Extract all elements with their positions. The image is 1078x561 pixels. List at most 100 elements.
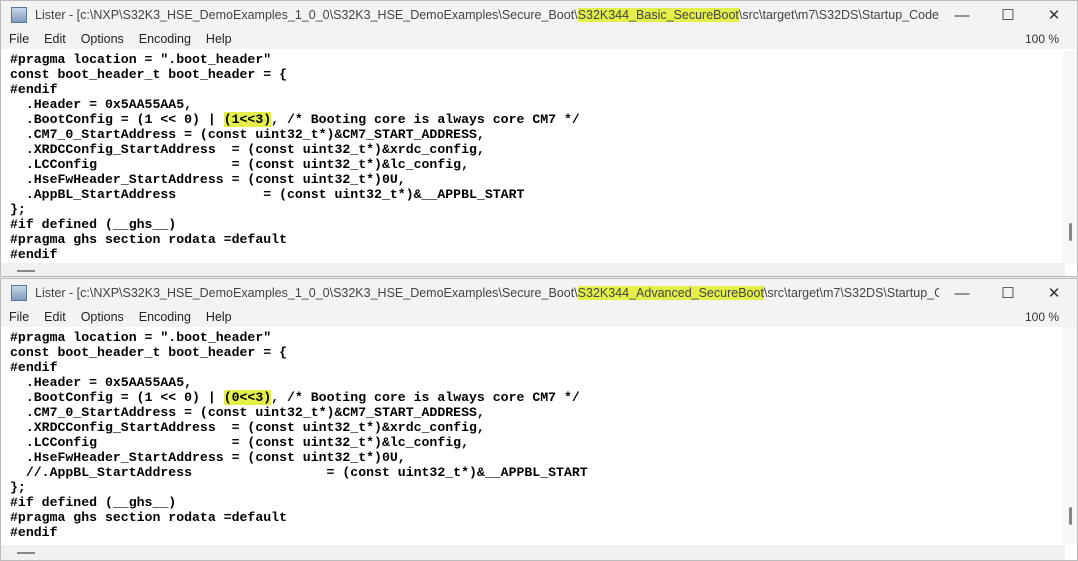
title-highlight: S32K344_Basic_SecureBoot [577, 8, 739, 22]
zoom-level: 100 % [1024, 310, 1059, 324]
code-text: .BootConfig = (1 << 0) | [10, 390, 224, 405]
menu-encoding[interactable]: Encoding [131, 32, 198, 46]
highlighted-code: (1<<3) [223, 112, 272, 127]
menu-bar: File Edit Options Encoding Help 100 % [1, 307, 1077, 327]
code-line: .CM7_0_StartAddress = (const uint32_t*)&… [10, 405, 1077, 420]
code-line: .BootConfig = (1 << 0) | (1<<3), /* Boot… [10, 112, 1077, 127]
window-title: Lister - [c:\NXP\S32K3_HSE_DemoExamples_… [35, 286, 939, 300]
minimize-icon: — [954, 284, 970, 302]
scroll-thumb[interactable] [1069, 507, 1072, 525]
title-bar[interactable]: Lister - [c:\NXP\S32K3_HSE_DemoExamples_… [1, 279, 1077, 307]
code-text: #pragma ghs section rodata =default [10, 510, 287, 525]
close-button[interactable]: ✕ [1031, 1, 1077, 29]
maximize-button[interactable]: ☐ [985, 1, 1031, 29]
lister-window-advanced: Lister - [c:\NXP\S32K3_HSE_DemoExamples_… [0, 278, 1078, 561]
hscroll-thumb[interactable] [17, 552, 35, 554]
code-line: .HseFwHeader_StartAddress = (const uint3… [10, 450, 1077, 465]
code-text: #if defined (__ghs__) [10, 495, 177, 510]
code-line: const boot_header_t boot_header = { [10, 67, 1077, 82]
code-text: #endif [10, 360, 58, 375]
menu-edit[interactable]: Edit [36, 32, 73, 46]
code-line: #pragma location = ".boot_header" [10, 330, 1077, 345]
minimize-icon: — [954, 6, 970, 24]
code-text: #endif [10, 82, 58, 97]
vertical-scrollbar[interactable] [1063, 327, 1077, 545]
code-text: const boot_header_t boot_header = { [10, 67, 287, 82]
code-text: #endif [10, 525, 58, 540]
vertical-scrollbar[interactable] [1063, 51, 1077, 263]
horizontal-scrollbar[interactable] [1, 545, 1065, 560]
code-view[interactable]: #pragma location = ".boot_header" const b… [1, 327, 1077, 545]
code-text: #pragma location = ".boot_header" [10, 330, 272, 345]
code-text: .LCConfig = (const uint32_t*)&lc_config, [10, 435, 469, 450]
code-line: const boot_header_t boot_header = { [10, 345, 1077, 360]
code-text: #if defined (__ghs__) [10, 217, 177, 232]
code-text: .Header = 0x5AA55AA5, [10, 375, 193, 390]
code-line: #endif [10, 525, 1077, 540]
code-line: .CM7_0_StartAddress = (const uint32_t*)&… [10, 127, 1077, 142]
code-line: #pragma ghs section rodata =default [10, 510, 1077, 525]
code-text: #pragma location = ".boot_header" [10, 52, 272, 67]
code-text: .HseFwHeader_StartAddress = (const uint3… [10, 450, 406, 465]
menu-file[interactable]: File [1, 32, 36, 46]
code-text: .LCConfig = (const uint32_t*)&lc_config, [10, 157, 469, 172]
menu-options[interactable]: Options [73, 310, 131, 324]
code-text: .Header = 0x5AA55AA5, [10, 97, 193, 112]
horizontal-scrollbar[interactable] [1, 263, 1065, 276]
title-highlight: S32K344_Advanced_SecureBoot [577, 286, 764, 300]
code-text: .BootConfig = (1 << 0) | [10, 112, 224, 127]
code-text: .AppBL_StartAddress = (const uint32_t*)&… [10, 187, 525, 202]
title-bar[interactable]: Lister - [c:\NXP\S32K3_HSE_DemoExamples_… [1, 1, 1077, 29]
title-path-prefix: Lister - [c:\NXP\S32K3_HSE_DemoExamples_… [35, 286, 578, 300]
maximize-icon: ☐ [1001, 7, 1015, 24]
code-line: #if defined (__ghs__) [10, 495, 1077, 510]
code-line: .XRDCConfig_StartAddress = (const uint32… [10, 142, 1077, 157]
code-text: .CM7_0_StartAddress = (const uint32_t*)&… [10, 127, 485, 142]
code-text: }; [10, 202, 26, 217]
close-icon: ✕ [1047, 7, 1061, 24]
minimize-button[interactable]: — [939, 1, 985, 29]
title-path-suffix: \src\target\m7\S32DS\Startup_Code\boot_h… [738, 8, 939, 22]
close-icon: ✕ [1047, 285, 1061, 302]
menu-edit[interactable]: Edit [36, 310, 73, 324]
code-line: #pragma location = ".boot_header" [10, 52, 1077, 67]
lister-window-basic: Lister - [c:\NXP\S32K3_HSE_DemoExamples_… [0, 0, 1078, 277]
menu-help[interactable]: Help [198, 310, 239, 324]
code-view[interactable]: #pragma location = ".boot_header" const b… [1, 49, 1077, 262]
code-line: #if defined (__ghs__) [10, 217, 1077, 232]
menu-encoding[interactable]: Encoding [131, 310, 198, 324]
close-button[interactable]: ✕ [1031, 279, 1077, 307]
menu-bar: File Edit Options Encoding Help 100 % [1, 29, 1077, 49]
lister-icon [11, 7, 27, 23]
code-line: .AppBL_StartAddress = (const uint32_t*)&… [10, 187, 1077, 202]
menu-options[interactable]: Options [73, 32, 131, 46]
code-line: .XRDCConfig_StartAddress = (const uint32… [10, 420, 1077, 435]
code-text: .HseFwHeader_StartAddress = (const uint3… [10, 172, 406, 187]
menu-help[interactable]: Help [198, 32, 239, 46]
code-line: }; [10, 202, 1077, 217]
code-text: , /* Booting core is always core CM7 */ [271, 112, 580, 127]
zoom-level: 100 % [1024, 32, 1059, 46]
maximize-button[interactable]: ☐ [985, 279, 1031, 307]
hscroll-thumb[interactable] [17, 270, 35, 272]
code-line: .LCConfig = (const uint32_t*)&lc_config, [10, 435, 1077, 450]
code-line: .Header = 0x5AA55AA5, [10, 375, 1077, 390]
code-line: #pragma ghs section rodata =default [10, 232, 1077, 247]
highlighted-code: (0<<3) [223, 390, 272, 405]
code-line: //.AppBL_StartAddress = (const uint32_t*… [10, 465, 1077, 480]
code-text: #pragma ghs section rodata =default [10, 232, 287, 247]
minimize-button[interactable]: — [939, 279, 985, 307]
code-line: .HseFwHeader_StartAddress = (const uint3… [10, 172, 1077, 187]
code-text: }; [10, 480, 26, 495]
code-line: #endif [10, 360, 1077, 375]
maximize-icon: ☐ [1001, 285, 1015, 302]
code-text: .XRDCConfig_StartAddress = (const uint32… [10, 142, 485, 157]
title-path-suffix: \src\target\m7\S32DS\Startup_Code\boot_h… [763, 286, 939, 300]
lister-icon [11, 285, 27, 301]
code-text: #endif [10, 247, 58, 262]
menu-file[interactable]: File [1, 310, 36, 324]
code-line: .Header = 0x5AA55AA5, [10, 97, 1077, 112]
title-path-prefix: Lister - [c:\NXP\S32K3_HSE_DemoExamples_… [35, 8, 578, 22]
code-line: #endif [10, 82, 1077, 97]
scroll-thumb[interactable] [1069, 223, 1072, 241]
